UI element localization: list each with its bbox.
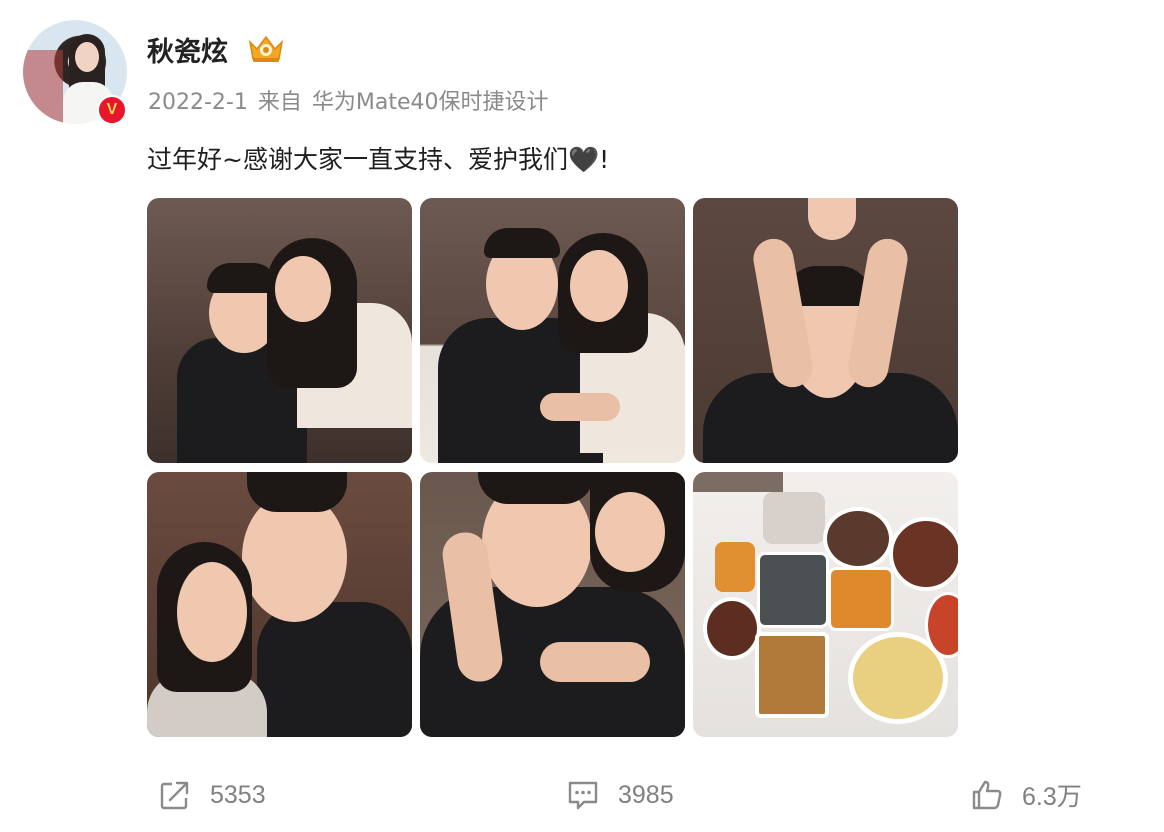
crown-icon[interactable] bbox=[246, 32, 286, 64]
action-bar: 5353 3985 6.3万 bbox=[0, 770, 1164, 820]
post-meta: 2022-2-1 来自 华为Mate40保时捷设计 bbox=[148, 84, 559, 116]
source-device[interactable]: 华为Mate40保时捷设计 bbox=[312, 90, 549, 115]
weibo-post: V 秋瓷炫 2022-2-1 来自 华为Mate40保时捷设计 过年好~感谢大家一直… bbox=[0, 0, 1164, 832]
comment-count: 3985 bbox=[618, 780, 674, 809]
username[interactable]: 秋瓷炫 bbox=[147, 30, 228, 69]
comment-button[interactable]: 3985 bbox=[566, 770, 674, 820]
photo-grid bbox=[147, 198, 959, 737]
photo-1[interactable] bbox=[147, 198, 412, 463]
post-date[interactable]: 2022-2-1 bbox=[148, 90, 248, 115]
comment-icon bbox=[568, 781, 598, 810]
photo-6[interactable] bbox=[693, 472, 958, 737]
source-prefix: 来自 bbox=[257, 90, 302, 115]
photo-5[interactable] bbox=[420, 472, 685, 737]
photo-4[interactable] bbox=[147, 472, 412, 737]
post-text: 过年好~感谢大家一直支持、爱护我们🖤! bbox=[147, 145, 610, 174]
like-button[interactable]: 6.3万 bbox=[970, 770, 1082, 820]
repost-count: 5353 bbox=[210, 780, 266, 809]
repost-icon bbox=[160, 781, 189, 810]
repost-button[interactable]: 5353 bbox=[158, 770, 266, 820]
like-count: 6.3万 bbox=[1022, 783, 1082, 811]
verified-badge-icon: V bbox=[97, 95, 127, 125]
photo-2[interactable] bbox=[420, 198, 685, 463]
thumbs-up-icon bbox=[972, 780, 1002, 810]
photo-3[interactable] bbox=[693, 198, 958, 463]
